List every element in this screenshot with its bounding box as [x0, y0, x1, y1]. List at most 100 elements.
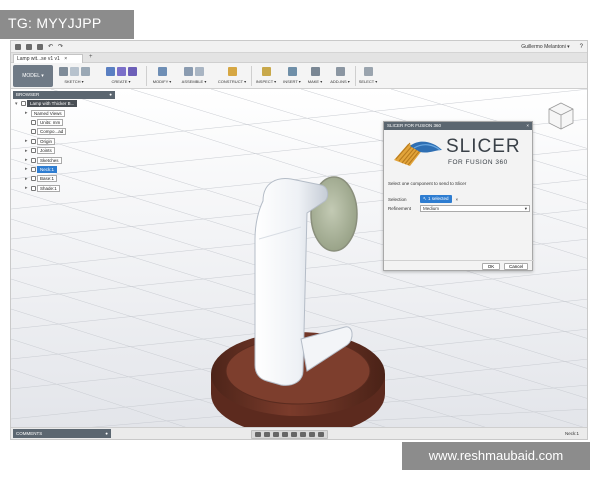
visibility-toggle-icon[interactable] [31, 166, 36, 172]
browser-item-root[interactable]: ▾ Lamp with Thicker B... [13, 99, 115, 108]
dialog-close-icon[interactable]: × [526, 123, 529, 129]
zoom-icon[interactable] [282, 432, 288, 437]
fusion-360-window: ↶ ↷ Guillermo Melantoni ▾ ? Lamp wit...s… [10, 40, 588, 440]
assemble-label: ASSEMBLE ▾ [181, 79, 207, 84]
look-at-icon[interactable] [264, 432, 270, 437]
comments-panel[interactable]: COMMENTS ● [13, 429, 111, 438]
insert-group[interactable]: INSERT ▾ [281, 65, 303, 87]
slicer-logo-title: SLICER [446, 136, 521, 157]
browser-item-shade[interactable]: ▸ Shade:1 [13, 184, 115, 193]
sketch-group[interactable]: SKETCH ▾ [55, 65, 93, 87]
extrude-icon [105, 66, 115, 76]
visibility-toggle-icon[interactable] [31, 138, 36, 144]
ok-button[interactable]: OK [482, 263, 500, 270]
assemble-group[interactable]: ASSEMBLE ▾ [177, 65, 211, 87]
visibility-toggle-icon[interactable] [21, 101, 26, 107]
browser-item-sketches[interactable]: ▸ Sketches [13, 155, 115, 164]
pan-icon[interactable] [273, 432, 279, 437]
visibility-toggle-icon[interactable] [31, 176, 36, 182]
browser-item-named-views[interactable]: ▸ Named Views [13, 108, 115, 117]
document-tab[interactable]: Lamp wit...se v1 v1 × [13, 54, 83, 63]
browser-item-label: Base:1 [37, 175, 58, 183]
browser-panel: BROWSER ● ▾ Lamp with Thicker B... ▸ Nam… [13, 91, 115, 229]
toolbar: MODEL ▾ SKETCH ▾ CREATE ▾ MODIFY ▾ ASSEM… [11, 63, 587, 89]
select-icon [363, 66, 373, 76]
rectangle-icon [80, 66, 90, 76]
viewports-icon[interactable] [318, 432, 324, 437]
orbit-icon[interactable] [255, 432, 261, 437]
visibility-toggle-icon[interactable] [31, 185, 36, 191]
slicer-dialog: SLICER FOR FUSION 360 × SLICER FOR FUSIO… [383, 121, 534, 271]
document-settings-icon [31, 119, 36, 125]
construct-group[interactable]: CONSTRUCT ▾ [215, 65, 249, 87]
cancel-button[interactable]: Cancel [504, 263, 528, 270]
view-cube[interactable] [548, 102, 574, 130]
browser-item-label: Units: mm [37, 118, 64, 126]
tab-close-icon[interactable]: × [64, 56, 67, 62]
selection-status: Neck:1 [564, 431, 579, 436]
press-pull-icon [157, 66, 167, 76]
add-ins-group[interactable]: ADD-INS ▾ [327, 65, 353, 87]
browser-item-label: Neck:1 [37, 165, 58, 173]
selection-value: 1 selected [428, 196, 449, 201]
navigation-bar [251, 430, 328, 439]
workspace-switcher[interactable]: MODEL ▾ [13, 65, 53, 87]
tag-badge: TG: MYYJJPP [0, 10, 134, 39]
browser-item-origin[interactable]: ▸ Origin [13, 137, 115, 146]
comments-pin-icon[interactable]: ● [105, 431, 108, 436]
status-bar: COMMENTS ● Neck:1 [11, 427, 587, 439]
box-icon [116, 66, 126, 76]
undo-icon[interactable]: ↶ [48, 43, 53, 50]
display-settings-icon[interactable] [300, 432, 306, 437]
browser-item-base[interactable]: ▸ Base:1 [13, 174, 115, 183]
browser-item-label: Compo...ad [37, 128, 67, 136]
select-group[interactable]: SELECT ▾ [357, 65, 379, 87]
modify-group[interactable]: MODIFY ▾ [149, 65, 175, 87]
document-tab-bar: Lamp wit...se v1 v1 × + [11, 53, 587, 63]
toolbar-divider [355, 66, 356, 86]
selection-chip[interactable]: ↖ 1 selected [420, 195, 452, 203]
modify-label: MODIFY ▾ [152, 79, 172, 84]
refinement-select[interactable]: Medium ▾ [420, 205, 530, 212]
line-icon [69, 66, 79, 76]
data-panel-icon[interactable] [15, 43, 21, 50]
dialog-instruction: Select one component to send to Slicer [388, 181, 467, 186]
dialog-header[interactable]: SLICER FOR FUSION 360 × [384, 122, 532, 130]
browser-header[interactable]: BROWSER ● [13, 91, 115, 99]
slicer-logo: SLICER FOR FUSION 360 [390, 134, 528, 172]
refinement-row: Refinement Medium ▾ [388, 205, 530, 212]
inspect-group[interactable]: INSPECT ▾ [253, 65, 279, 87]
measure-icon [261, 66, 271, 76]
create-group[interactable]: CREATE ▾ [99, 65, 143, 87]
document-tab-label: Lamp wit...se v1 v1 [17, 56, 60, 62]
offset-plane-icon [227, 66, 237, 76]
browser-item-units[interactable]: Units: mm [13, 118, 115, 127]
scripts-icon [335, 66, 345, 76]
clear-selection-icon[interactable]: × [456, 197, 459, 202]
fit-icon[interactable] [291, 432, 297, 437]
file-menu-icon[interactable] [26, 43, 32, 50]
browser-pin-icon[interactable]: ● [109, 92, 112, 98]
browser-item-label: Named Views [31, 109, 65, 117]
slicer-logo-subtitle: FOR FUSION 360 [448, 159, 508, 166]
browser-item-joints[interactable]: ▸ Joints [13, 146, 115, 155]
construct-label: CONSTRUCT ▾ [217, 79, 247, 84]
new-tab-icon[interactable]: + [89, 54, 93, 60]
redo-icon[interactable]: ↷ [58, 43, 63, 50]
browser-item-component[interactable]: Compo...ad [13, 127, 115, 136]
visibility-toggle-icon[interactable] [31, 148, 36, 154]
comments-label: COMMENTS [16, 431, 43, 436]
component-icon [31, 129, 36, 135]
user-menu[interactable]: Guillermo Melantoni ▾ [521, 44, 569, 50]
visibility-toggle-icon[interactable] [31, 157, 36, 163]
grid-settings-icon[interactable] [309, 432, 315, 437]
browser-item-neck[interactable]: ▸ Neck:1 [13, 165, 115, 174]
help-icon[interactable]: ? [580, 44, 583, 50]
save-icon[interactable] [37, 43, 43, 50]
refinement-label: Refinement [388, 206, 412, 211]
toolbar-divider [251, 66, 252, 86]
selection-label: Selection [388, 196, 407, 202]
browser-item-label: Origin [37, 137, 56, 145]
form-icon [127, 66, 137, 76]
make-group[interactable]: MAKE ▾ [305, 65, 325, 87]
